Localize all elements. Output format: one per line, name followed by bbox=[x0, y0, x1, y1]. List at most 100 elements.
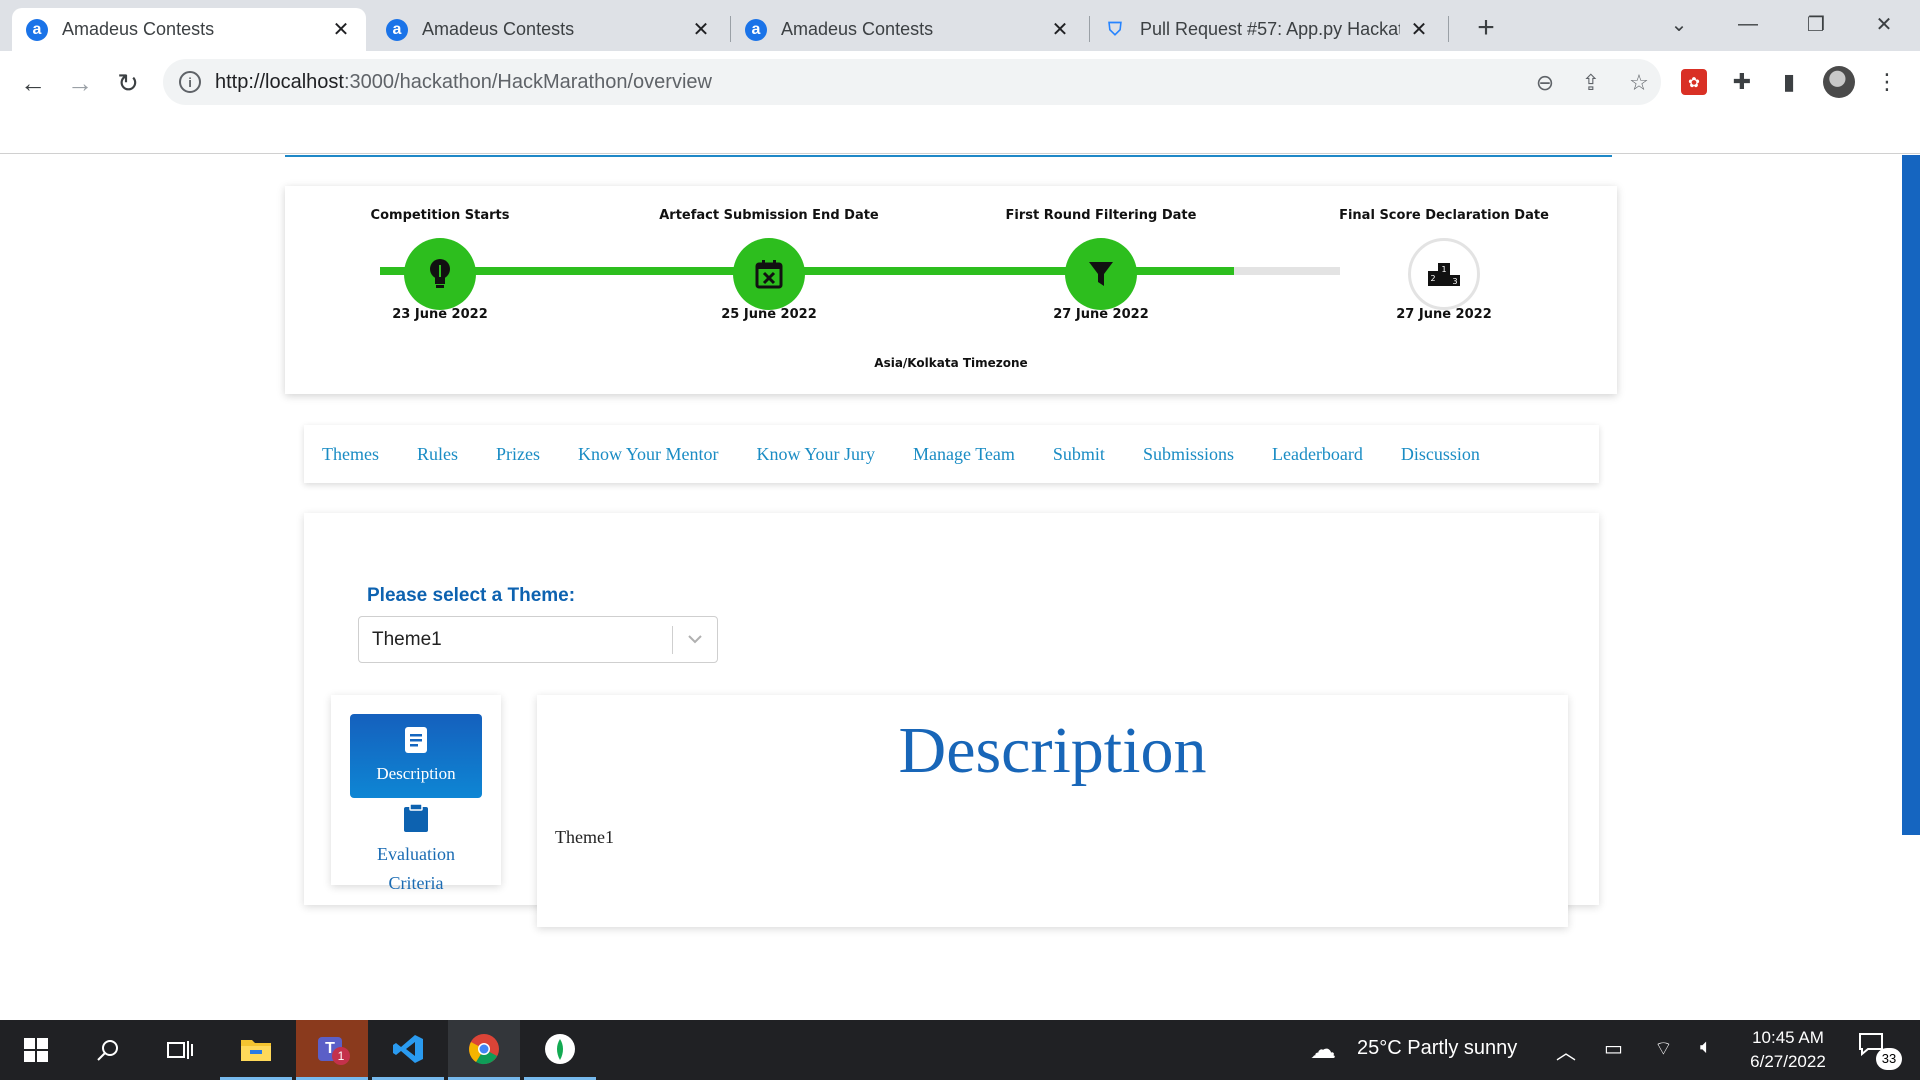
nav-link-know-your-jury[interactable]: Know Your Jury bbox=[757, 444, 876, 465]
nav-link-prizes[interactable]: Prizes bbox=[496, 444, 540, 465]
nav-link-leaderboard[interactable]: Leaderboard bbox=[1272, 444, 1363, 465]
volume-icon[interactable]: 🔈︎ bbox=[1700, 1036, 1712, 1059]
weather-text[interactable]: 25°C Partly sunny bbox=[1357, 1037, 1517, 1060]
podium-icon: 12 3 bbox=[1408, 238, 1480, 310]
start-button[interactable] bbox=[0, 1020, 72, 1080]
task-view-icon[interactable] bbox=[144, 1020, 216, 1080]
extension-red-icon[interactable]: ✿ bbox=[1677, 65, 1711, 99]
theme-select-value[interactable]: Theme1 bbox=[359, 629, 672, 651]
milestone-date: 27 June 2022 bbox=[1396, 307, 1492, 322]
sidebar-item-label: Description bbox=[376, 764, 456, 783]
info-icon[interactable]: i bbox=[179, 71, 201, 93]
milestone-title: Competition Starts bbox=[370, 208, 510, 223]
nav-link-submit[interactable]: Submit bbox=[1053, 444, 1105, 465]
restore-button[interactable]: ❐ bbox=[1794, 6, 1838, 42]
notification-count: 33 bbox=[1876, 1048, 1902, 1070]
menu-dots-icon[interactable]: ⋮ bbox=[1870, 65, 1904, 99]
theme-content-card: Please select a Theme: Theme1 Descriptio… bbox=[304, 513, 1599, 927]
amadeus-logo-icon: a bbox=[745, 18, 767, 41]
system-clock[interactable]: 10:45 AM 6/27/2022 bbox=[1728, 1026, 1848, 1074]
nav-link-themes[interactable]: Themes bbox=[322, 444, 379, 465]
close-icon[interactable]: ✕ bbox=[690, 17, 712, 42]
theme-sidebar: Description Evaluation Criteria bbox=[331, 695, 501, 893]
milestone-title: Artefact Submission End Date bbox=[659, 208, 879, 223]
browser-tab[interactable]: a Amadeus Contests ✕ bbox=[731, 8, 1085, 51]
close-window-button[interactable]: ✕ bbox=[1862, 6, 1906, 42]
svg-text:1: 1 bbox=[1441, 265, 1446, 274]
puzzle-icon[interactable]: ✚ bbox=[1725, 65, 1759, 99]
svg-text:3: 3 bbox=[1452, 277, 1457, 286]
windows-logo-icon bbox=[24, 1038, 48, 1062]
vscode-icon[interactable] bbox=[372, 1020, 444, 1080]
address-bar[interactable]: i http://localhost:3000/hackathon/HackMa… bbox=[163, 59, 1661, 105]
nav-link-manage-team[interactable]: Manage Team bbox=[913, 444, 1015, 465]
description-body: Theme1 bbox=[555, 827, 614, 847]
timezone-label: Asia/Kolkata Timezone bbox=[874, 356, 1028, 370]
theme-select[interactable]: Theme1 bbox=[358, 616, 718, 663]
document-icon bbox=[350, 726, 482, 760]
url-text[interactable]: http://localhost:3000/hackathon/HackMara… bbox=[215, 71, 712, 94]
tab-label: Amadeus Contests bbox=[62, 19, 215, 39]
side-panel-icon[interactable]: ▮ bbox=[1772, 65, 1806, 99]
tab-label: Pull Request #57: App.py Hackathon bbox=[1140, 19, 1400, 39]
teams-icon[interactable]: T 1 bbox=[296, 1020, 368, 1080]
battery-icon[interactable]: ▭ bbox=[1604, 1036, 1623, 1061]
chevron-down-icon[interactable] bbox=[673, 631, 717, 649]
browser-tab[interactable]: a Amadeus Contests ✕ bbox=[372, 8, 726, 51]
share-icon[interactable]: ⇪ bbox=[1576, 68, 1606, 98]
milestone-title: First Round Filtering Date bbox=[1005, 208, 1197, 223]
teams-badge: 1 bbox=[332, 1046, 350, 1065]
page-content: Competition Starts 23 June 2022 Artefact… bbox=[0, 155, 1920, 1020]
forward-icon[interactable]: → bbox=[60, 63, 100, 103]
scrollbar[interactable] bbox=[1902, 155, 1920, 835]
milestone-title: Final Score Declaration Date bbox=[1339, 208, 1549, 223]
search-icon[interactable] bbox=[72, 1020, 144, 1080]
description-title: Description bbox=[898, 714, 1207, 787]
tab-search-icon[interactable]: ⌄ bbox=[1657, 6, 1701, 42]
milestone-date: 27 June 2022 bbox=[1053, 307, 1149, 322]
milestone-date: 23 June 2022 bbox=[392, 307, 488, 322]
reload-icon[interactable]: ↻ bbox=[108, 63, 148, 103]
close-icon[interactable]: ✕ bbox=[1408, 17, 1430, 42]
weather-cloud-icon[interactable]: ☁ bbox=[1310, 1034, 1336, 1065]
sidebar-item-label: Evaluation bbox=[377, 844, 455, 864]
notification-center-icon[interactable]: 33 bbox=[1858, 1032, 1902, 1070]
profile-avatar[interactable] bbox=[1822, 65, 1856, 99]
timeline-card: Competition Starts 23 June 2022 Artefact… bbox=[285, 186, 1617, 394]
clock-time: 10:45 AM bbox=[1752, 1028, 1824, 1047]
sidebar-item-description[interactable]: Description bbox=[350, 714, 482, 798]
back-icon[interactable]: ← bbox=[13, 63, 53, 103]
browser-tab[interactable]: ⛉ Pull Request #57: App.py Hackathon ✕ bbox=[1090, 8, 1444, 51]
filter-icon bbox=[1065, 238, 1137, 310]
svg-text:2: 2 bbox=[1430, 274, 1435, 283]
new-tab-button[interactable]: + bbox=[1468, 10, 1504, 46]
calendar-x-icon bbox=[733, 238, 805, 310]
header-underline bbox=[285, 155, 1612, 157]
tab-separator bbox=[1448, 16, 1449, 42]
minimize-button[interactable]: — bbox=[1726, 6, 1770, 42]
tab-label: Amadeus Contests bbox=[781, 19, 934, 39]
nav-link-submissions[interactable]: Submissions bbox=[1143, 444, 1234, 465]
contest-nav: Themes Rules Prizes Know Your Mentor Kno… bbox=[304, 425, 1599, 483]
tab-label: Amadeus Contests bbox=[422, 19, 575, 39]
theme-select-label: Please select a Theme: bbox=[367, 585, 576, 606]
nav-link-know-your-mentor[interactable]: Know Your Mentor bbox=[578, 444, 719, 465]
star-icon[interactable]: ☆ bbox=[1624, 68, 1654, 98]
zoom-out-icon[interactable]: ⊖ bbox=[1530, 68, 1560, 98]
bitbucket-icon: ⛉ bbox=[1108, 19, 1122, 39]
browser-tab[interactable]: a Amadeus Contests ✕ bbox=[12, 8, 366, 51]
nav-link-rules[interactable]: Rules bbox=[417, 444, 458, 465]
wifi-icon[interactable]: ⌔ bbox=[1654, 1036, 1673, 1061]
sidebar-item-evaluation-criteria[interactable]: Evaluation Criteria bbox=[350, 803, 482, 898]
amadeus-logo-icon: a bbox=[26, 18, 48, 41]
chevron-up-icon[interactable]: ︿ bbox=[1556, 1036, 1576, 1065]
sidebar-item-label: Criteria bbox=[388, 873, 444, 893]
windows-taskbar: T 1 ☁ 25°C Partly sunny ︿ ▭ ⌔ 🔈︎ 10:45 A… bbox=[0, 1020, 1920, 1080]
close-icon[interactable]: ✕ bbox=[1049, 17, 1071, 42]
browser-tab-strip: a Amadeus Contests ✕ a Amadeus Contests … bbox=[0, 0, 1920, 51]
nav-link-discussion[interactable]: Discussion bbox=[1401, 444, 1480, 465]
mongodb-compass-icon[interactable] bbox=[524, 1020, 596, 1080]
file-explorer-icon[interactable] bbox=[220, 1020, 292, 1080]
close-icon[interactable]: ✕ bbox=[330, 17, 352, 42]
chrome-icon[interactable] bbox=[448, 1020, 520, 1080]
